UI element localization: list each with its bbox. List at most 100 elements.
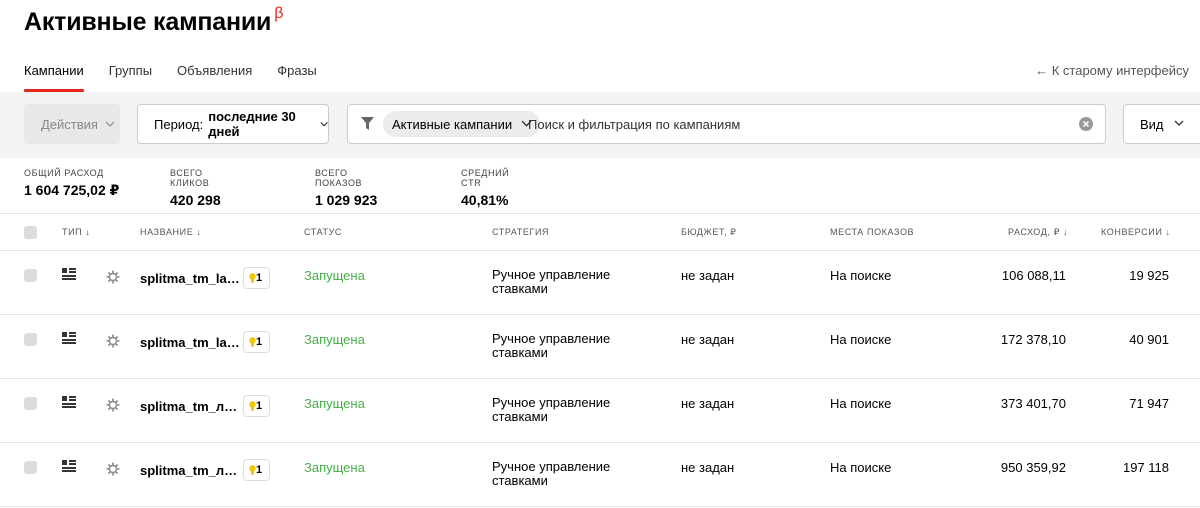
stat-avg-ctr: средний CTR 40,81%	[461, 168, 509, 208]
campaigns-table: ТИП ↓ НАЗВАНИЕ ↓ СТАТУС СТРАТЕГИЯ БЮДЖЕТ…	[0, 213, 1200, 507]
filter-chip-label: Активные кампании	[392, 116, 513, 132]
tab-campaigns[interactable]: Кампании	[24, 63, 84, 92]
bulb-icon	[249, 465, 256, 475]
gear-icon[interactable]	[106, 462, 120, 476]
period-label: Период:	[154, 116, 204, 132]
table-row[interactable]: splitma_tm_lam… 1 Запущена Ручное управл…	[0, 251, 1200, 315]
header-strategy: СТРАТЕГИЯ	[492, 227, 550, 237]
view-button[interactable]: Вид	[1123, 104, 1200, 144]
conversions-value: 71 947	[1129, 396, 1169, 411]
gear-icon[interactable]	[106, 270, 120, 284]
gear-icon[interactable]	[106, 398, 120, 412]
filter-icon[interactable]	[361, 117, 374, 130]
strategy-text: Ручное управление ставками	[492, 331, 611, 360]
budget-text: не задан	[681, 268, 735, 283]
stat-total-clicks: всего кликов 420 298	[170, 168, 221, 208]
stat-value: 1 604 725,02 ₽	[24, 182, 120, 198]
badge-count: 1	[256, 336, 263, 348]
conversions-value: 197 118	[1122, 460, 1169, 475]
campaign-name[interactable]: splitma_tm_lam…	[140, 335, 240, 350]
filter-chip[interactable]: Активные кампании	[383, 111, 541, 137]
status-text: Запущена	[304, 332, 365, 347]
stat-total-spend: общий расход 1 604 725,02 ₽	[24, 168, 119, 199]
clear-icon[interactable]	[1079, 117, 1093, 131]
actions-button[interactable]: Действия	[24, 104, 120, 144]
spend-value: 950 359,92	[1000, 460, 1066, 475]
bulb-icon	[249, 337, 256, 347]
budget-text: не задан	[681, 332, 735, 347]
badge-count: 1	[256, 464, 263, 476]
period-value: последние 30 дней	[208, 109, 296, 139]
header-budget: БЮДЖЕТ, ₽	[681, 227, 737, 237]
actions-label: Действия	[41, 116, 98, 132]
recommendations-badge[interactable]: 1	[243, 395, 270, 417]
list-icon	[62, 396, 76, 408]
stat-value: 1 029 923	[315, 192, 378, 208]
status-text: Запущена	[304, 396, 365, 411]
recommendations-badge[interactable]: 1	[243, 459, 270, 481]
header-conversions[interactable]: КОНВЕРСИИ ↓	[1101, 227, 1171, 237]
row-checkbox[interactable]	[24, 461, 37, 474]
chevron-down-icon	[1174, 120, 1184, 126]
period-button[interactable]: Период: последние 30 дней	[137, 104, 329, 144]
beta-badge: β	[274, 5, 284, 22]
table-row[interactable]: splitma_tm_лам… 1 Запущена Ручное управл…	[0, 379, 1200, 443]
spend-value: 172 378,10	[1000, 332, 1066, 347]
search-input[interactable]	[528, 105, 1068, 143]
search-filter-box[interactable]: Активные кампании	[347, 104, 1106, 144]
stat-label: всего кликов	[170, 168, 210, 188]
places-text: На поиске	[830, 396, 892, 411]
bulb-icon	[249, 273, 256, 283]
campaign-name[interactable]: splitma_tm_лам…	[140, 399, 240, 414]
old-interface-link[interactable]: ← К старому интерфейсу	[1035, 63, 1189, 78]
table-row[interactable]: splitma_tm_лам… 1 Запущена Ручное управл…	[0, 443, 1200, 507]
row-checkbox[interactable]	[24, 269, 37, 282]
places-text: На поиске	[830, 268, 892, 283]
table-header: ТИП ↓ НАЗВАНИЕ ↓ СТАТУС СТРАТЕГИЯ БЮДЖЕТ…	[0, 213, 1200, 251]
view-label: Вид	[1140, 116, 1164, 132]
stat-label: общий расход	[24, 168, 104, 178]
recommendations-badge[interactable]: 1	[243, 331, 270, 353]
tab-ads[interactable]: Объявления	[177, 63, 252, 92]
tabs-bar: Кампании Группы Объявления Фразы	[24, 63, 342, 92]
places-text: На поиске	[830, 460, 892, 475]
conversions-value: 19 925	[1129, 268, 1169, 283]
budget-text: не задан	[681, 396, 735, 411]
header-status: СТАТУС	[304, 227, 343, 237]
toolbar: Действия Период: последние 30 дней Актив…	[0, 92, 1200, 158]
status-text: Запущена	[304, 460, 365, 475]
strategy-text: Ручное управление ставками	[492, 395, 611, 424]
spend-value: 106 088,11	[1001, 268, 1066, 283]
recommendations-badge[interactable]: 1	[243, 267, 270, 289]
stat-total-impressions: всего показов 1 029 923	[315, 168, 377, 208]
header-name[interactable]: НАЗВАНИЕ ↓	[140, 227, 202, 237]
stat-value: 420 298	[170, 192, 221, 208]
page-title-text: Активные кампании	[24, 8, 272, 36]
chevron-down-icon	[105, 121, 115, 127]
header-type[interactable]: ТИП ↓	[62, 227, 90, 237]
campaign-name[interactable]: splitma_tm_lam…	[140, 271, 240, 286]
page-title: Активные кампании β	[24, 5, 284, 37]
select-all-checkbox[interactable]	[24, 226, 37, 239]
table-row[interactable]: splitma_tm_lam… 1 Запущена Ручное управл…	[0, 315, 1200, 379]
header-spend[interactable]: РАСХОД, ₽ ↓	[1008, 227, 1068, 238]
badge-count: 1	[256, 400, 263, 412]
conversions-value: 40 901	[1129, 332, 1169, 347]
list-icon	[62, 268, 76, 280]
stat-value: 40,81%	[461, 192, 509, 208]
places-text: На поиске	[830, 332, 892, 347]
tab-groups[interactable]: Группы	[109, 63, 152, 92]
strategy-text: Ручное управление ставками	[492, 267, 611, 296]
stat-label: всего показов	[315, 168, 363, 188]
spend-value: 373 401,70	[1000, 396, 1066, 411]
row-checkbox[interactable]	[24, 397, 37, 410]
budget-text: не задан	[681, 460, 735, 475]
row-checkbox[interactable]	[24, 333, 37, 346]
tab-phrases[interactable]: Фразы	[277, 63, 317, 92]
strategy-text: Ручное управление ставками	[492, 459, 611, 488]
campaign-name[interactable]: splitma_tm_лам…	[140, 463, 240, 478]
chevron-down-icon	[320, 121, 328, 127]
stat-label: средний CTR	[461, 168, 510, 188]
header-places: МЕСТА ПОКАЗОВ	[830, 227, 915, 237]
gear-icon[interactable]	[106, 334, 120, 348]
